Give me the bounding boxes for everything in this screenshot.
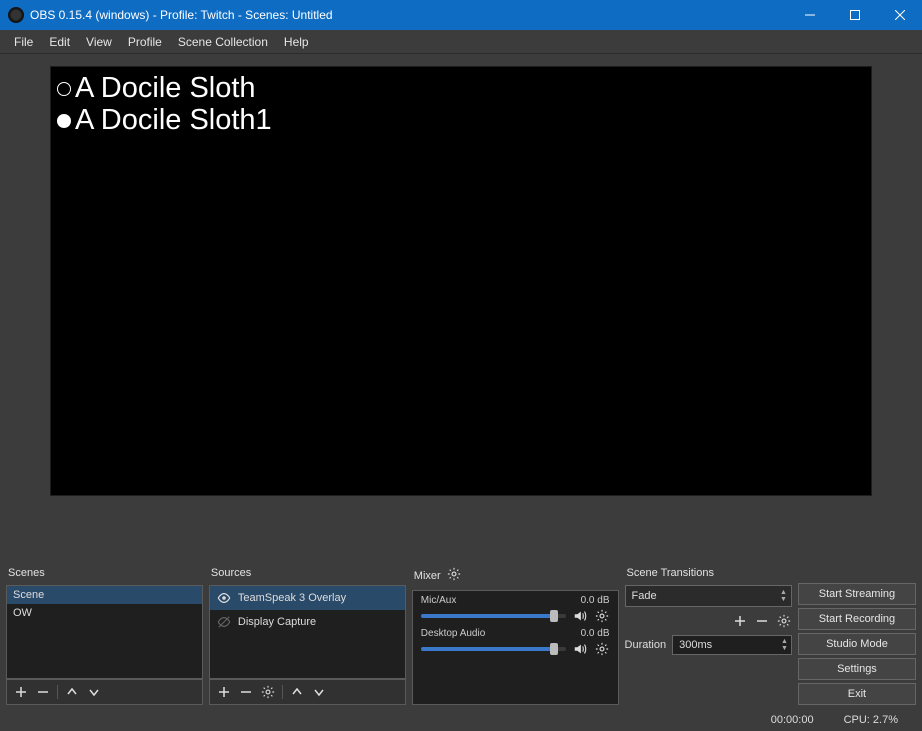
speaker-icon[interactable] [572,608,588,624]
duration-input[interactable]: 300ms ▲▼ [672,635,792,655]
mixer-panel: Mixer Mic/Aux 0.0 dB [412,563,619,705]
source-up-button[interactable] [289,684,305,700]
duration-value: 300ms [679,639,712,651]
scenes-toolbar [6,679,203,705]
add-scene-button[interactable] [13,684,29,700]
transitions-panel: Scene Transitions Fade ▲▼ Duration 300ms… [625,563,792,705]
sources-panel: Sources TeamSpeak 3 Overlay Display Capt… [209,563,406,705]
obs-window: OBS 0.15.4 (windows) - Profile: Twitch -… [0,0,922,731]
menu-help[interactable]: Help [276,32,317,52]
channel-name: Mic/Aux [421,595,457,606]
preview-area: A Docile Sloth A Docile Sloth1 [0,54,922,561]
separator [57,685,58,699]
dock-area: Scenes Scene OW Sources TeamSpeak 3 Over… [0,561,922,709]
scene-item[interactable]: Scene [7,586,202,604]
controls-panel: Start Streaming Start Recording Studio M… [798,563,916,705]
mixer-header: Mixer [412,563,619,590]
channel-level: 0.0 dB [581,628,610,639]
mixer-title: Mixer [414,570,441,582]
source-item[interactable]: Display Capture [210,610,405,634]
eye-icon[interactable] [216,590,232,606]
transition-select[interactable]: Fade ▲▼ [625,585,792,607]
menu-profile[interactable]: Profile [120,32,170,52]
source-name: Display Capture [238,616,316,628]
duration-label: Duration [625,639,667,651]
sources-toolbar [209,679,406,705]
preview-canvas[interactable]: A Docile Sloth A Docile Sloth1 [50,66,872,496]
menu-view[interactable]: View [78,32,120,52]
remove-transition-button[interactable] [754,613,770,629]
minimize-button[interactable] [787,0,832,30]
overlay-line: A Docile Sloth [55,73,867,105]
select-arrows-icon: ▲▼ [777,589,787,603]
spinner-arrows-icon: ▲▼ [778,638,788,652]
overlay-text-1: A Docile Sloth [75,73,256,105]
channel-settings-icon[interactable] [594,608,610,624]
app-icon [8,7,24,23]
scene-up-button[interactable] [64,684,80,700]
bullet-filled-icon [57,114,71,128]
volume-slider[interactable] [421,647,566,651]
scene-down-button[interactable] [86,684,102,700]
settings-button[interactable]: Settings [798,658,916,680]
studio-mode-button[interactable]: Studio Mode [798,633,916,655]
bullet-open-icon [57,82,71,96]
remove-scene-button[interactable] [35,684,51,700]
transitions-body: Fade ▲▼ Duration 300ms ▲▼ [625,585,792,655]
speaker-icon[interactable] [572,641,588,657]
transition-settings-button[interactable] [776,613,792,629]
menubar: File Edit View Profile Scene Collection … [0,30,922,54]
source-item[interactable]: TeamSpeak 3 Overlay [210,586,405,610]
status-time: 00:00:00 [771,714,814,726]
remove-source-button[interactable] [238,684,254,700]
source-down-button[interactable] [311,684,327,700]
overlay-line: A Docile Sloth1 [55,105,867,137]
channel-settings-icon[interactable] [594,641,610,657]
overlay-text-2: A Docile Sloth1 [75,105,272,137]
scenes-list[interactable]: Scene OW [6,585,203,679]
source-properties-button[interactable] [260,684,276,700]
transitions-header: Scene Transitions [625,563,792,585]
scenes-header: Scenes [6,563,203,585]
mixer-settings-icon[interactable] [447,567,461,584]
window-title: OBS 0.15.4 (windows) - Profile: Twitch -… [30,8,787,22]
scenes-panel: Scenes Scene OW [6,563,203,705]
close-button[interactable] [877,0,922,30]
maximize-button[interactable] [832,0,877,30]
add-source-button[interactable] [216,684,232,700]
separator [282,685,283,699]
sources-list[interactable]: TeamSpeak 3 Overlay Display Capture [209,585,406,679]
menu-file[interactable]: File [6,32,41,52]
mixer-body: Mic/Aux 0.0 dB Desktop Audio 0.0 dB [412,590,619,705]
menu-scene-collection[interactable]: Scene Collection [170,32,276,52]
start-streaming-button[interactable]: Start Streaming [798,583,916,605]
mixer-channel: Mic/Aux 0.0 dB [413,591,618,624]
source-name: TeamSpeak 3 Overlay [238,592,346,604]
channel-level: 0.0 dB [581,595,610,606]
statusbar: 00:00:00 CPU: 2.7% [0,709,922,731]
window-titlebar: OBS 0.15.4 (windows) - Profile: Twitch -… [0,0,922,30]
scene-item[interactable]: OW [7,604,202,622]
mixer-channel: Desktop Audio 0.0 dB [413,624,618,657]
add-transition-button[interactable] [732,613,748,629]
start-recording-button[interactable]: Start Recording [798,608,916,630]
eye-off-icon[interactable] [216,614,232,630]
transition-value: Fade [632,590,657,602]
status-cpu: CPU: 2.7% [844,714,898,726]
volume-slider[interactable] [421,614,566,618]
sources-header: Sources [209,563,406,585]
exit-button[interactable]: Exit [798,683,916,705]
menu-edit[interactable]: Edit [41,32,78,52]
channel-name: Desktop Audio [421,628,486,639]
